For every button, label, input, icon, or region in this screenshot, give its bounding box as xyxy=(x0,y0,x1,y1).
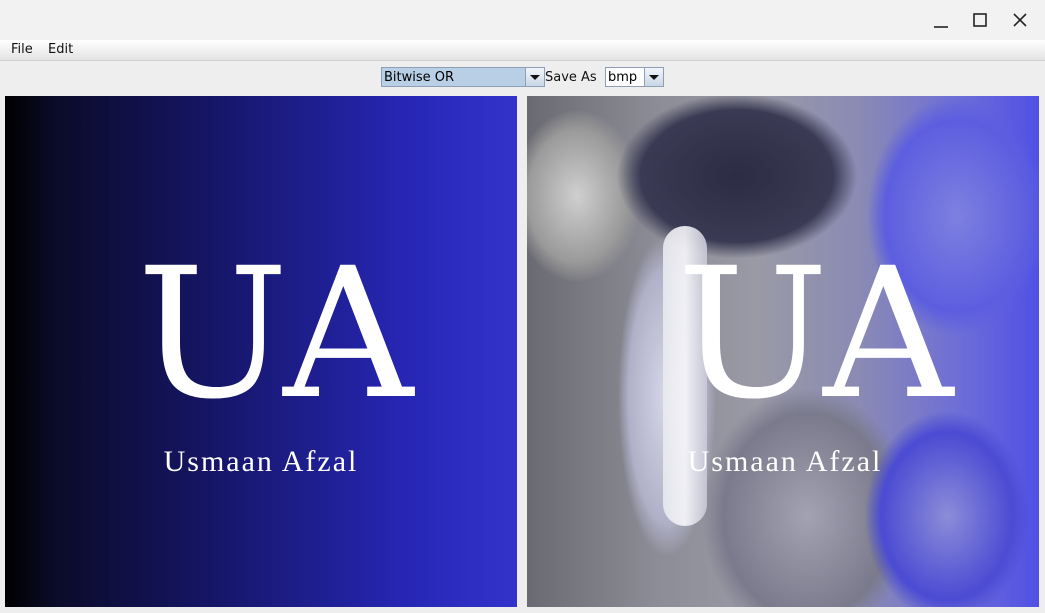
logo-name: Usmaan Afzal xyxy=(688,445,883,478)
status-strip xyxy=(0,607,1045,613)
menu-file[interactable]: File xyxy=(11,42,33,57)
ua-logo: UA Usmaan Afzal xyxy=(137,230,415,478)
window-title-bar xyxy=(0,0,1045,40)
operation-select-value: Bitwise OR xyxy=(384,70,455,85)
maximize-icon xyxy=(973,13,987,27)
maximize-button[interactable] xyxy=(966,8,994,34)
minimize-icon xyxy=(934,26,948,28)
close-icon xyxy=(1013,13,1027,27)
source-image-panel: UA Usmaan Afzal xyxy=(5,96,517,607)
ua-logo-overlay: UA Usmaan Afzal xyxy=(677,230,955,478)
operation-select[interactable]: Bitwise OR xyxy=(381,67,545,87)
chevron-down-icon[interactable] xyxy=(644,68,663,86)
format-select-value: bmp xyxy=(608,70,638,85)
result-image-panel: UA Usmaan Afzal xyxy=(527,96,1039,607)
close-button[interactable] xyxy=(1006,8,1034,34)
panel-divider xyxy=(517,96,527,607)
toolbar: Bitwise OR Save As bmp xyxy=(5,62,1040,94)
logo-monogram: UA xyxy=(137,230,415,439)
logo-monogram: UA xyxy=(677,230,955,439)
menu-edit[interactable]: Edit xyxy=(48,42,73,57)
save-as-label: Save As xyxy=(545,70,597,85)
logo-name: Usmaan Afzal xyxy=(164,445,359,478)
format-select[interactable]: bmp xyxy=(605,67,664,87)
chevron-down-icon[interactable] xyxy=(525,68,544,86)
menu-bar: File Edit xyxy=(0,40,1045,61)
minimize-button[interactable] xyxy=(927,8,955,34)
